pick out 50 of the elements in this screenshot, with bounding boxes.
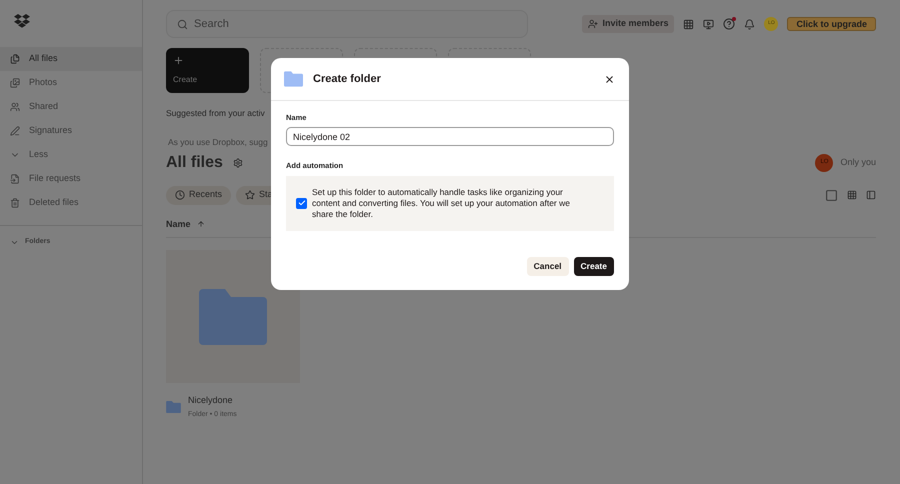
create-tile[interactable]: Create (166, 48, 249, 93)
sidebar-item[interactable]: Shared (0, 95, 142, 119)
sidebar-item[interactable]: All files (0, 47, 142, 71)
close-icon (604, 74, 614, 84)
filter-chip[interactable]: Recents (166, 186, 232, 204)
invite-members-button[interactable]: Invite members (582, 15, 674, 33)
sidebar-item[interactable]: File requests (0, 167, 142, 191)
grid-view-icon[interactable] (847, 190, 857, 200)
files-icon (10, 54, 20, 64)
settings-icon[interactable] (232, 158, 243, 168)
folder-icon (166, 401, 181, 413)
sharing-label: Only you (840, 156, 876, 169)
star-icon (245, 190, 256, 200)
dialog-title: Create folder (313, 72, 381, 87)
pen-icon (10, 126, 20, 136)
clock-icon (175, 190, 185, 200)
plus-icon (173, 55, 184, 66)
search-icon (177, 18, 188, 30)
suggested-hint: As you use Dropbox, sugg (168, 136, 268, 148)
image-icon (10, 78, 20, 88)
file-icon (10, 174, 20, 184)
apps-grid-icon[interactable] (683, 18, 694, 30)
sidebar-item[interactable]: Signatures (0, 119, 142, 143)
file-name[interactable]: Nicelydone (188, 394, 237, 408)
sidebar-item[interactable]: Deleted files (0, 191, 142, 215)
automation-description: Set up this folder to automatically handle tasks like organizing your content and converting files. You will set up your automation after we share the folder. (312, 186, 571, 220)
logo-icon[interactable] (14, 14, 30, 28)
folder-icon (284, 71, 303, 87)
column-header[interactable]: Name (166, 218, 191, 231)
people-icon (10, 102, 20, 112)
monitor-icon[interactable] (703, 18, 714, 30)
automation-checkbox[interactable] (296, 198, 307, 208)
name-input[interactable]: Nicelydone 02 (286, 127, 614, 146)
bell-icon[interactable] (744, 18, 756, 30)
select-icon[interactable] (825, 188, 838, 202)
help-icon[interactable] (723, 18, 736, 30)
panel-icon[interactable] (866, 190, 876, 200)
create-button[interactable]: Create (574, 257, 614, 276)
sort-arrow-icon (196, 220, 205, 228)
sidebar-item[interactable]: Photos (0, 71, 142, 95)
sidebar-item[interactable]: Less (0, 143, 142, 167)
cancel-button[interactable]: Cancel (526, 257, 569, 276)
folder-icon (199, 288, 267, 344)
search-field[interactable]: Search (166, 10, 528, 38)
suggested-heading: Suggested from your activ (166, 107, 265, 120)
folder-thumbnail[interactable] (166, 250, 300, 383)
person-icon (588, 19, 598, 29)
trash-icon (10, 198, 20, 208)
upgrade-button[interactable]: Click to upgrade (787, 17, 876, 31)
page-heading: All files (166, 152, 223, 172)
